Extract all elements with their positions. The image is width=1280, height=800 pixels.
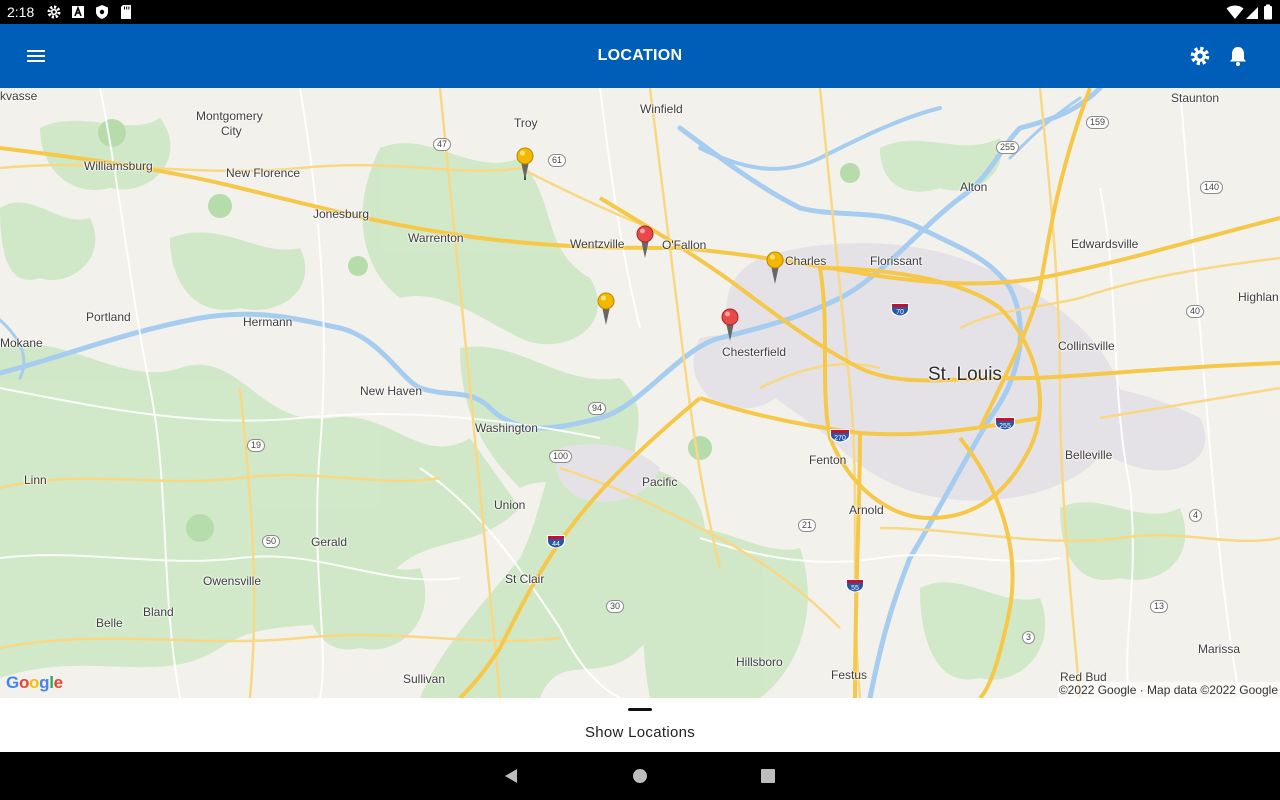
location-pin[interactable] (597, 291, 615, 327)
city-label: Washington (475, 421, 538, 435)
sd-card-icon (121, 5, 131, 19)
city-label: Belleville (1065, 448, 1113, 462)
interstate-shield: 255 (994, 415, 1016, 431)
city-label: Collinsville (1058, 339, 1115, 353)
highway-shield: 4 (1189, 509, 1203, 522)
system-nav-bar (0, 752, 1280, 800)
highway-shield: 159 (1086, 116, 1110, 129)
highway-shield: 40 (1186, 305, 1205, 318)
shield-icon (96, 5, 108, 19)
notifications-button[interactable] (1222, 40, 1254, 72)
gear-icon (1190, 46, 1210, 66)
status-bar: 2:18 (0, 0, 1280, 24)
highway-shield: 3 (1022, 631, 1036, 644)
highway-shield: 13 (1150, 600, 1169, 613)
map-base (0, 88, 1280, 698)
city-label: City (221, 124, 242, 138)
city-label: Winfield (640, 102, 683, 116)
battery-icon (1264, 4, 1272, 20)
wifi-icon (1226, 5, 1244, 19)
gear-icon (47, 5, 61, 19)
location-pin[interactable] (636, 224, 654, 260)
home-circle-icon[interactable] (630, 766, 650, 786)
city-label: Warrenton (408, 231, 464, 245)
map-attribution[interactable]: ©2022 Google · Map data ©2022 Google (1056, 682, 1280, 698)
city-label: St. Louis (928, 364, 1002, 385)
interstate-shield: 70 (890, 301, 910, 317)
city-label: New Florence (226, 166, 301, 180)
interstate-shield: 270 (829, 427, 851, 443)
interstate-number: 70 (896, 309, 904, 316)
city-label: Charles (785, 254, 827, 268)
city-label: Hermann (243, 315, 293, 329)
highway-shield: 100 (549, 450, 573, 463)
city-label: Sullivan (403, 672, 446, 686)
highway-shield: 50 (262, 535, 281, 548)
highway-shield: 94 (588, 402, 607, 415)
highway-shield: 255 (996, 141, 1020, 154)
city-label: Union (494, 498, 526, 512)
city-label: Owensville (203, 574, 262, 588)
highway-shield: 21 (798, 519, 817, 532)
city-label: Mokane (0, 336, 43, 350)
app-bar: LOCATION (0, 24, 1280, 88)
map-view[interactable]: kvasse Montgomery City Troy Winfield Sta… (0, 88, 1280, 698)
show-locations-button[interactable]: Show Locations (0, 724, 1280, 741)
interstate-number: 55 (851, 585, 859, 592)
city-label: Pacific (642, 475, 678, 489)
interstate-shield: 55 (845, 577, 865, 593)
city-label: Alton (960, 180, 988, 194)
city-label: Arnold (849, 503, 884, 517)
city-label: O'Fallon (662, 238, 707, 252)
bell-icon (1230, 47, 1246, 66)
city-label: Linn (24, 473, 47, 487)
location-pin[interactable] (766, 250, 784, 286)
highway-shield: 30 (606, 600, 625, 613)
city-label: Hillsboro (736, 655, 783, 669)
city-label: Portland (86, 310, 131, 324)
settings-button[interactable] (1184, 40, 1216, 72)
bottom-sheet[interactable]: Show Locations (0, 698, 1280, 752)
city-label: Troy (514, 116, 538, 130)
city-label: Belle (96, 616, 123, 630)
city-label: Wentzville (570, 237, 625, 251)
city-label: Jonesburg (313, 207, 370, 221)
page-title: LOCATION (597, 47, 683, 64)
city-label: kvasse (0, 89, 38, 103)
highway-shield: 47 (433, 138, 452, 151)
interstate-number: 255 (999, 423, 1011, 430)
city-label: Gerald (311, 535, 348, 549)
city-label: St Clair (505, 572, 545, 586)
highway-shield: 61 (548, 154, 567, 167)
signal-icon (1246, 7, 1258, 19)
city-label: Marissa (1198, 642, 1241, 656)
city-label: Edwardsville (1071, 237, 1139, 251)
city-label: Fenton (809, 453, 847, 467)
interstate-shield: 44 (546, 533, 566, 549)
city-label: Festus (831, 668, 868, 682)
highway-shield: 19 (247, 439, 266, 452)
drag-handle[interactable] (628, 708, 652, 711)
a-icon (72, 5, 84, 18)
city-label: Montgomery (196, 109, 263, 123)
recents-square-icon[interactable] (758, 766, 778, 786)
city-label: Staunton (1171, 91, 1220, 105)
city-label: Chesterfield (722, 345, 787, 359)
city-label: New Haven (360, 384, 423, 398)
city-label: Highlan (1238, 290, 1279, 304)
city-label: Williamsburg (84, 159, 153, 173)
interstate-number: 270 (834, 435, 846, 442)
city-label: Bland (143, 605, 174, 619)
location-pin[interactable] (516, 146, 534, 182)
interstate-number: 44 (552, 541, 560, 548)
location-pin[interactable] (721, 307, 739, 343)
highway-shield: 140 (1200, 181, 1224, 194)
city-label: Florissant (870, 254, 923, 268)
google-logo: Google (6, 671, 64, 698)
status-time: 2:18 (7, 4, 35, 20)
google-logo-text: Google (6, 673, 63, 692)
back-triangle-icon[interactable] (502, 766, 522, 786)
